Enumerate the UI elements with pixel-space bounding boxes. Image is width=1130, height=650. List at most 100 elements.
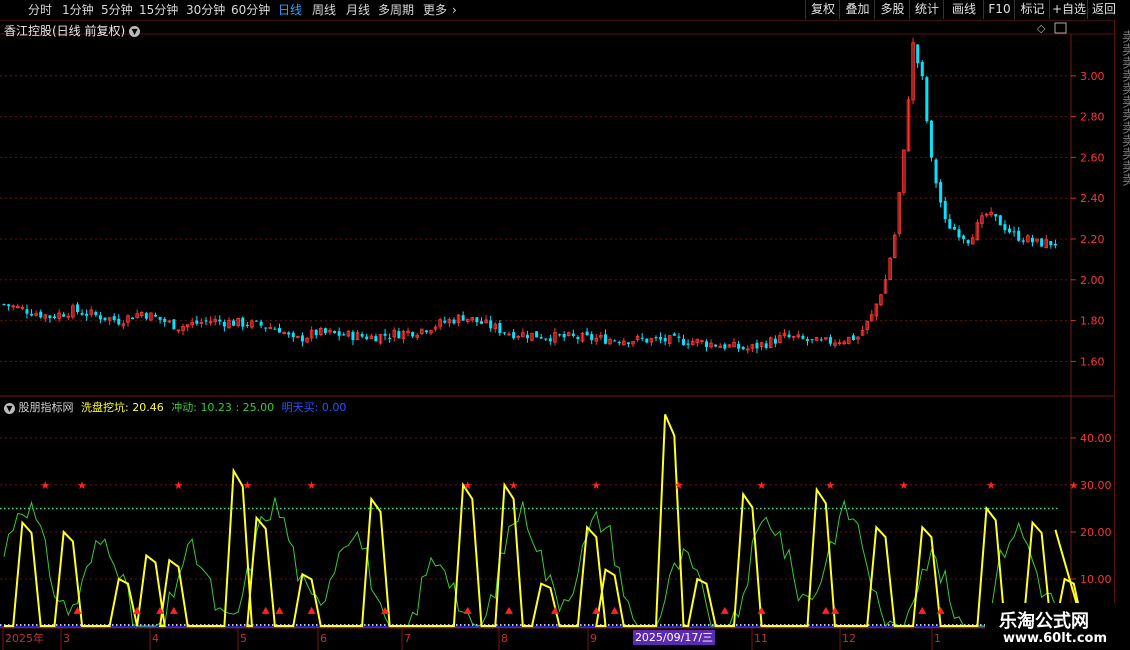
candle-body [314, 329, 318, 336]
star-icon: ★ [591, 479, 601, 492]
candle-body [232, 320, 236, 326]
candle-body [1012, 231, 1016, 233]
star-icon: ★ [757, 479, 767, 492]
candle-body [659, 336, 663, 340]
candle-body [461, 315, 465, 321]
toolbar-button-5[interactable]: F10 [983, 0, 1015, 19]
date-label: 9 [590, 632, 597, 645]
candle-body [828, 337, 832, 344]
toolbar-button-7[interactable]: +自选 [1049, 0, 1088, 19]
candle-body [626, 342, 630, 344]
price-axis-label: 1.60 [1080, 355, 1105, 368]
kline-chart[interactable]: ★ ★ ★ ★ ★ ★ ★ ★ ★ ★ ★ ★ ★ ★ 3.002.802.602.402.202.001… [0, 0, 1130, 650]
candle-body [952, 226, 956, 230]
chongdong-value: 10.23 [200, 401, 232, 414]
price-axis-label: 3.00 [1080, 70, 1105, 83]
toolbar-button-6[interactable]: 标记 [1014, 0, 1050, 19]
candle-body [617, 342, 621, 344]
candle-body [613, 340, 617, 342]
toolbar-button-8[interactable]: 返回 [1087, 0, 1120, 19]
buy-arrow-icon [261, 606, 270, 614]
chevron-down-icon[interactable]: ▼ [4, 402, 15, 414]
star-icon: ★ [40, 479, 50, 492]
candle-body [323, 328, 327, 333]
candle-body [291, 332, 295, 338]
candle-body [98, 315, 102, 320]
candle-body [365, 336, 369, 340]
date-label: 7 [404, 632, 411, 645]
candle-body [85, 313, 89, 316]
indicator-axis-label: 40.00 [1080, 432, 1112, 445]
price-axis-label: 1.80 [1080, 315, 1105, 328]
stock-title: 香江控股(日线 前复权) [4, 24, 126, 38]
candle-body [512, 332, 516, 339]
mingtian-label: 明天买: [281, 401, 319, 414]
buy-arrow-icon [169, 606, 178, 614]
tab-period-8[interactable]: 月线 [346, 2, 370, 18]
chevron-down-icon[interactable]: ▼ [129, 26, 141, 37]
toolbar-button-0[interactable]: 复权 [805, 0, 840, 19]
indicator-axis-label: 30.00 [1080, 479, 1112, 492]
candle-body [704, 341, 708, 347]
star-icon: ★ [307, 479, 317, 492]
star-icon: ★ [463, 479, 473, 492]
candle-body [916, 44, 920, 64]
buy-arrow-icon [831, 606, 840, 614]
tab-period-10[interactable]: 更多 [423, 2, 447, 18]
date-label: 6 [320, 632, 327, 645]
tab-period-6[interactable]: 日线 [278, 2, 302, 18]
toolbar-button-4[interactable]: 画线 [943, 0, 984, 19]
candle-body [222, 321, 226, 327]
watermark-title: 乐淘公式网 [999, 611, 1089, 632]
date-label: 5 [240, 632, 247, 645]
candle-body [475, 317, 479, 322]
star-icon: ★ [986, 479, 996, 492]
tab-period-4[interactable]: 30分钟 [186, 2, 225, 18]
tab-period-7[interactable]: 周线 [312, 2, 336, 18]
price-axis-label: 2.60 [1080, 151, 1105, 164]
tab-period-9[interactable]: 多周期 [378, 2, 414, 18]
candle-body [30, 313, 34, 316]
date-label: 4 [152, 632, 159, 645]
candle-body [264, 327, 268, 329]
candle-body [479, 321, 483, 324]
candle-body [539, 337, 543, 339]
chevron-right-icon[interactable]: › [452, 2, 457, 18]
tab-period-5[interactable]: 60分钟 [231, 2, 270, 18]
indicator-axis-label: 20.00 [1080, 526, 1112, 539]
candle-body [374, 336, 378, 342]
indicator-name[interactable]: 股朋指标网 [19, 401, 74, 414]
tab-period-1[interactable]: 1分钟 [62, 2, 94, 18]
candle-body [764, 343, 768, 348]
candle-body [333, 331, 337, 334]
candle-body [672, 333, 676, 336]
candle-body [677, 336, 681, 338]
candle-body [204, 320, 208, 322]
period-toolbar: 分时 1分钟 5分钟 15分钟 30分钟 60分钟 日线 周线 月线 多周期 更多 › 复权 叠加 多股 统计… [0, 0, 1130, 21]
candle-body [255, 320, 259, 322]
toolbar-button-2[interactable]: 多股 [874, 0, 910, 19]
candle-body [53, 316, 57, 318]
watermark-url: www.60lt.com [1003, 631, 1108, 646]
candle-body [7, 304, 11, 307]
mingtian-value: 0.00 [321, 401, 347, 414]
buy-arrow-icon [918, 606, 927, 614]
candle-body [1003, 224, 1007, 231]
tab-period-2[interactable]: 5分钟 [101, 2, 133, 18]
candle-body [195, 320, 199, 324]
candle-body [388, 337, 392, 339]
tab-period-3[interactable]: 15分钟 [139, 2, 178, 18]
candle-body [925, 77, 929, 122]
toolbar-button-3[interactable]: 统计 [909, 0, 944, 19]
toolbar-button-1[interactable]: 叠加 [839, 0, 875, 19]
date-label: 2025年 [5, 631, 44, 645]
candle-body [957, 229, 961, 238]
candle-body [525, 334, 529, 339]
tab-period-0[interactable]: 分时 [28, 2, 52, 18]
candle-body [154, 314, 158, 317]
buy-arrow-icon [505, 606, 514, 614]
candle-body [300, 335, 304, 342]
candle-body [773, 338, 777, 344]
watermark: 乐淘公式网 www.60lt.com [985, 603, 1130, 650]
candle-body [576, 336, 580, 340]
